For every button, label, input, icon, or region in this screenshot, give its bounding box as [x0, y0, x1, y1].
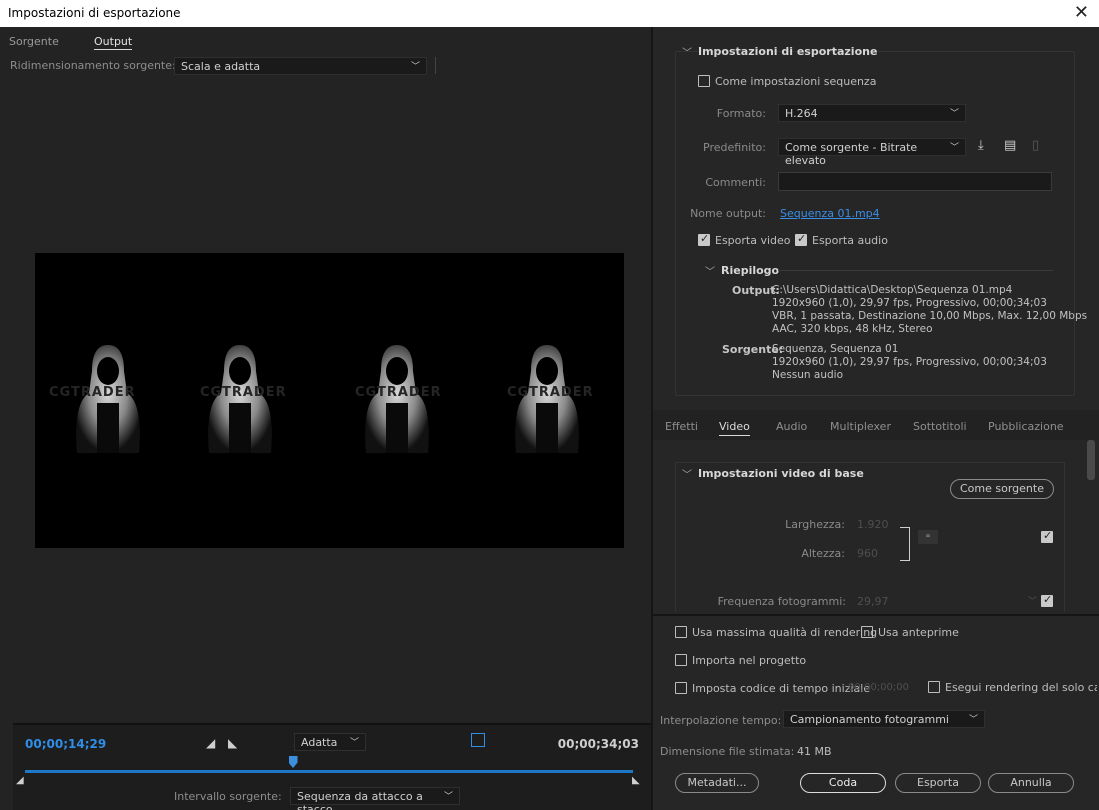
mark-in-icon[interactable]: ◢: [206, 736, 215, 750]
range-label: Intervallo sorgente:: [174, 790, 282, 803]
output-name-link[interactable]: Sequenza 01.mp4: [780, 207, 880, 220]
render-alpha-checkbox[interactable]: [928, 681, 940, 693]
export-audio-label: Esporta audio: [812, 234, 888, 247]
comments-label: Commenti:: [705, 176, 766, 189]
video-settings-title: Impostazioni video di base: [698, 467, 864, 480]
tab-pubblicazione[interactable]: Pubblicazione: [988, 420, 1064, 433]
start-tc-checkbox[interactable]: [675, 682, 687, 694]
scrollbar-thumb[interactable]: [1087, 440, 1095, 480]
tab-multiplexer[interactable]: Multiplexer: [830, 420, 891, 433]
link-bracket: [900, 527, 910, 561]
output-name-label: Nome output:: [690, 207, 766, 220]
timeline-track[interactable]: [25, 770, 633, 773]
max-quality-label: Usa massima qualità di rendering: [692, 626, 878, 639]
framerate-label: Frequenza fotogrammi:: [717, 595, 846, 608]
tab-sottotitoli[interactable]: Sottotitoli: [913, 420, 967, 433]
chevron-down-icon: ﹀: [949, 109, 959, 119]
tab-video[interactable]: Video: [719, 420, 750, 436]
watermark-2: CGTRADER: [200, 385, 287, 400]
window-title: Impostazioni di esportazione: [8, 6, 181, 20]
timecode-end: 00;00;34;03: [557, 737, 639, 751]
match-sequence-checkbox[interactable]: [698, 75, 710, 87]
filesize-value: 41 MB: [797, 745, 832, 758]
summary-source: Sequenza, Sequenza 01 1920x960 (1,0), 29…: [772, 343, 1047, 381]
chevron-down-icon: ﹀: [349, 738, 359, 748]
summary-output: C:\Users\Didattica\Desktop\Sequenza 01.m…: [772, 284, 1088, 335]
chevron-down-icon[interactable]: ﹀: [682, 44, 692, 59]
mark-out-icon[interactable]: ◣: [228, 736, 237, 750]
framerate-value[interactable]: 29,97: [857, 595, 889, 608]
comments-input[interactable]: [778, 172, 1052, 191]
watermark-1: CGTRADER: [49, 385, 136, 400]
width-height-checkbox[interactable]: [1041, 529, 1053, 543]
chevron-down-icon: ﹀: [443, 792, 453, 802]
tab-audio[interactable]: Audio: [776, 420, 807, 433]
divider: [435, 57, 436, 74]
export-settings-title: Impostazioni di esportazione: [698, 45, 878, 58]
chevron-down-icon[interactable]: ﹀: [682, 466, 692, 481]
resize-label: Ridimensionamento sorgente:: [10, 59, 176, 72]
chevron-down-icon[interactable]: ﹀: [705, 263, 715, 278]
use-previews-checkbox[interactable]: [861, 626, 873, 638]
timecode-current[interactable]: 00;00;14;29: [25, 737, 106, 751]
tab-effetti[interactable]: Effetti: [665, 420, 698, 433]
queue-button[interactable]: Coda: [800, 773, 886, 793]
match-source-button[interactable]: Come sorgente: [950, 479, 1054, 499]
framerate-checkbox[interactable]: [1041, 593, 1053, 607]
render-alpha-label: Esegui rendering del solo canale: [945, 681, 1097, 694]
export-video-label: Esporta video: [715, 234, 791, 247]
format-dropdown[interactable]: H.264 ﹀: [778, 104, 966, 122]
preset-label: Predefinito:: [703, 141, 766, 154]
max-quality-checkbox[interactable]: [675, 626, 687, 638]
aspect-toggle-icon[interactable]: [471, 733, 485, 747]
filesize-label: Dimensione file stimata:: [660, 745, 795, 758]
tab-output[interactable]: Output: [94, 35, 133, 50]
preset-dropdown[interactable]: Come sorgente - Bitrate elevato ﹀: [778, 138, 966, 167]
interp-dropdown[interactable]: Campionamento fotogrammi ﹀: [783, 710, 985, 728]
chevron-down-icon: ﹀: [968, 715, 978, 725]
import-project-checkbox[interactable]: [675, 654, 687, 666]
interp-label: Interpolazione tempo:: [660, 714, 782, 727]
import-preset-icon[interactable]: ▤: [1004, 138, 1016, 153]
start-tc-label: Imposta codice di tempo iniziale: [692, 682, 871, 695]
resize-dropdown[interactable]: Scala e adatta ﹀: [174, 57, 427, 75]
divider: [778, 270, 1053, 271]
resize-value: Scala e adatta: [181, 60, 261, 73]
height-label: Altezza:: [801, 547, 845, 560]
height-value[interactable]: 960: [857, 547, 878, 560]
chain-link-icon[interactable]: ⚭: [918, 530, 938, 544]
format-value: H.264: [785, 107, 818, 120]
cancel-button[interactable]: Annulla: [988, 773, 1074, 793]
format-label: Formato:: [716, 107, 766, 120]
interp-value: Campionamento fotogrammi: [790, 713, 949, 726]
save-preset-icon[interactable]: ⤓: [978, 138, 984, 153]
export-button[interactable]: Esporta: [895, 773, 981, 793]
use-previews-label: Usa anteprime: [878, 626, 959, 639]
out-point-icon[interactable]: ◣: [632, 775, 640, 786]
metadata-button[interactable]: Metadati...: [675, 773, 759, 793]
chevron-down-icon: ﹀: [1028, 597, 1038, 607]
range-dropdown[interactable]: Sequenza da attacco a stacco ﹀: [290, 787, 460, 810]
close-icon[interactable]: ✕: [1074, 2, 1089, 23]
chevron-down-icon: ﹀: [410, 62, 420, 72]
width-value[interactable]: 1.920: [857, 518, 889, 531]
watermark-3: CGTRADER: [355, 385, 442, 400]
chevron-down-icon: ﹀: [949, 143, 959, 153]
hooded-figures-image: [76, 345, 579, 453]
export-audio-checkbox[interactable]: [795, 232, 807, 246]
in-point-icon[interactable]: ◢: [16, 775, 24, 786]
start-tc-value[interactable]: 00;00;00;00: [848, 682, 909, 693]
delete-preset-icon[interactable]: ▯: [1032, 138, 1039, 153]
export-video-checkbox[interactable]: [698, 232, 710, 246]
match-sequence-label: Come impostazioni sequenza: [715, 75, 877, 88]
watermark-4: CGTRADER: [507, 385, 594, 400]
fit-value: Adatta: [301, 736, 338, 749]
summary-title: Riepilogo: [721, 264, 780, 277]
import-project-label: Importa nel progetto: [692, 654, 807, 667]
width-label: Larghezza:: [785, 518, 845, 531]
fit-dropdown[interactable]: Adatta ﹀: [294, 733, 366, 751]
title-bar: Impostazioni di esportazione ✕: [0, 0, 1099, 27]
video-preview: CGTRADER CGTRADER CGTRADER CGTRADER: [35, 253, 624, 548]
tab-sorgente[interactable]: Sorgente: [9, 35, 59, 48]
